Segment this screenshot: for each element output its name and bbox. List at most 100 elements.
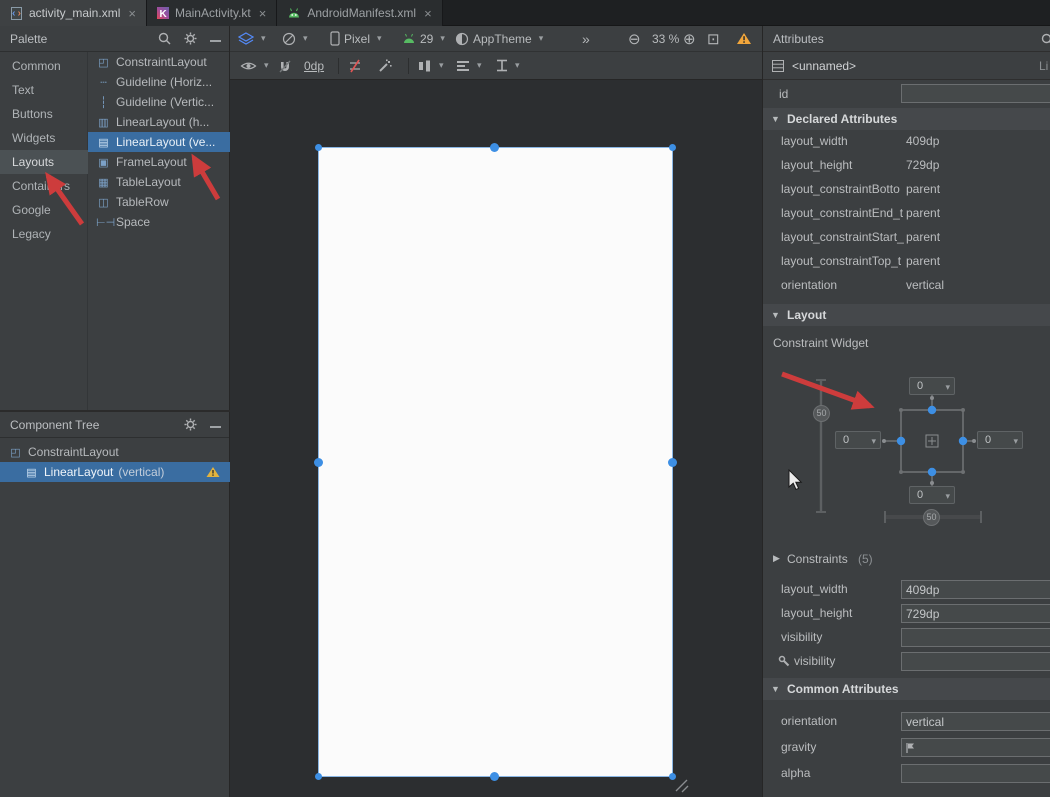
search-icon[interactable] (158, 32, 171, 45)
tab-activity-main-xml[interactable]: activity_main.xml × (0, 0, 147, 26)
margin-bottom-combo[interactable]: 0 (909, 486, 955, 504)
attr-name: orientation (781, 278, 837, 292)
device-selector[interactable]: Pixel (330, 26, 382, 51)
close-icon[interactable]: × (259, 6, 267, 21)
visibility-field[interactable] (901, 628, 1050, 647)
attr-value[interactable]: parent (906, 206, 940, 220)
device-artboard-linearlayout[interactable] (318, 147, 673, 777)
theme-selector[interactable]: AppTheme (455, 26, 543, 51)
margin-top-combo[interactable]: 0 (909, 377, 955, 395)
autoconnect-toggle[interactable] (278, 52, 292, 79)
tab-label: AndroidManifest.xml (307, 6, 416, 20)
constraints-section-toggle[interactable]: Constraints (5) (763, 550, 1050, 570)
close-icon[interactable]: × (424, 6, 432, 21)
palette-item-linearlayout-horizontal[interactable]: ▥ LinearLayout (h... (88, 112, 230, 132)
orientation-field[interactable] (901, 712, 1050, 731)
search-icon[interactable] (1041, 33, 1050, 46)
palette-item-label: Guideline (Vertic... (116, 95, 214, 109)
kotlin-file-icon: K (157, 7, 169, 19)
palette-item-guideline-horizontal[interactable]: ┄ Guideline (Horiz... (88, 72, 230, 92)
orientation-selector[interactable] (282, 26, 308, 51)
section-title: Declared Attributes (787, 112, 897, 126)
tablerow-icon: ◫ (96, 196, 111, 209)
theme-icon (455, 32, 469, 46)
margin-left-combo[interactable]: 0 (835, 431, 881, 449)
zoom-out-button[interactable]: ⊖ (628, 26, 641, 51)
tree-item-constraintlayout[interactable]: ◰ ConstraintLayout (0, 442, 230, 462)
selection-handle-left[interactable] (314, 458, 323, 467)
section-common-attributes[interactable]: Common Attributes (763, 678, 1050, 700)
palette-item-tablelayout[interactable]: ▦ TableLayout (88, 172, 230, 192)
attr-value[interactable]: 409dp (906, 134, 939, 148)
alpha-field[interactable] (901, 764, 1050, 783)
section-declared-attributes[interactable]: Declared Attributes (763, 108, 1050, 130)
warning-icon[interactable] (206, 466, 220, 478)
palette-category-google[interactable]: Google (0, 198, 88, 222)
vertical-bias-slider[interactable]: 50 (813, 405, 830, 422)
space-icon: ⊢⊣ (96, 216, 111, 229)
id-input[interactable] (901, 84, 1050, 103)
selection-handle-top[interactable] (490, 143, 499, 152)
horizontal-bias-slider[interactable]: 50 (923, 509, 940, 526)
view-options-button[interactable] (240, 52, 269, 79)
margin-right-combo[interactable]: 0 (977, 431, 1023, 449)
layout-height-field[interactable] (901, 604, 1050, 623)
close-icon[interactable]: × (128, 6, 136, 21)
infer-constraints-button[interactable] (378, 52, 392, 79)
palette-item-linearlayout-vertical[interactable]: ▤ LinearLayout (ve... (88, 132, 230, 152)
gear-icon[interactable] (184, 32, 197, 45)
toolbar-overflow-chevron[interactable]: » (582, 26, 590, 51)
selection-handle-bottom-left[interactable] (315, 773, 322, 780)
palette-category-layouts[interactable]: Layouts (0, 150, 88, 174)
selection-handle-top-left[interactable] (315, 144, 322, 151)
selection-handle-top-right[interactable] (669, 144, 676, 151)
gear-icon[interactable] (184, 418, 197, 431)
palette-item-constraintlayout[interactable]: ◰ ConstraintLayout (88, 52, 230, 72)
guidelines-button[interactable] (418, 52, 444, 79)
palette-items: ◰ ConstraintLayout ┄ Guideline (Horiz...… (88, 52, 230, 410)
palette-category-containers[interactable]: Containers (0, 174, 88, 198)
tab-mainactivity-kt[interactable]: K MainActivity.kt × (147, 0, 277, 26)
margin-bottom-value: 0 (917, 489, 923, 501)
resize-grip-icon[interactable] (672, 776, 690, 794)
palette-item-space[interactable]: ⊢⊣ Space (88, 212, 230, 232)
align-button[interactable] (456, 52, 482, 79)
palette-category-widgets[interactable]: Widgets (0, 126, 88, 150)
palette-category-text[interactable]: Text (0, 78, 88, 102)
attr-value[interactable]: parent (906, 254, 940, 268)
minimize-icon[interactable] (210, 426, 221, 428)
zoom-in-button[interactable]: ⊕ (683, 26, 696, 51)
flag-icon[interactable] (905, 742, 915, 754)
attr-value[interactable]: parent (906, 230, 940, 244)
palette-category-common[interactable]: Common (0, 54, 88, 78)
zoom-fit-icon: ⊡ (707, 30, 720, 48)
default-margin-button[interactable]: 0dp (304, 52, 324, 79)
magnet-icon (278, 59, 292, 73)
layout-width-field[interactable] (901, 580, 1050, 599)
attr-value[interactable]: vertical (906, 278, 944, 292)
tree-item-linearlayout-vertical[interactable]: ▤ LinearLayout(vertical) (0, 462, 230, 482)
palette-category-buttons[interactable]: Buttons (0, 102, 88, 126)
pack-button[interactable] (496, 52, 520, 79)
warnings-errors-button[interactable] (736, 26, 752, 51)
tab-androidmanifest-xml[interactable]: AndroidManifest.xml × (277, 0, 442, 26)
attr-value[interactable]: parent (906, 182, 940, 196)
selection-handle-right[interactable] (668, 458, 677, 467)
palette-item-guideline-vertical[interactable]: ┆ Guideline (Vertic... (88, 92, 230, 112)
android-studio-layout-editor: activity_main.xml × K MainActivity.kt × … (0, 0, 1050, 797)
palette-item-framelayout[interactable]: ▣ FrameLayout (88, 152, 230, 172)
minimize-icon[interactable] (210, 40, 221, 42)
clear-constraints-button[interactable] (348, 52, 362, 79)
section-layout[interactable]: Layout (763, 304, 1050, 326)
zoom-to-fit-button[interactable]: ⊡ (707, 26, 720, 51)
tools-visibility-field[interactable] (901, 652, 1050, 671)
palette-category-legacy[interactable]: Legacy (0, 222, 88, 246)
magic-wand-icon (378, 59, 392, 73)
palette-item-tablerow[interactable]: ◫ TableRow (88, 192, 230, 212)
attr-name: layout_constraintEnd_t (781, 206, 903, 220)
design-surface-selector[interactable] (238, 26, 266, 51)
api-level-selector[interactable]: 29 (402, 26, 445, 51)
attr-value[interactable]: 729dp (906, 158, 939, 172)
gravity-field[interactable] (901, 738, 1050, 757)
selection-handle-bottom[interactable] (490, 772, 499, 781)
